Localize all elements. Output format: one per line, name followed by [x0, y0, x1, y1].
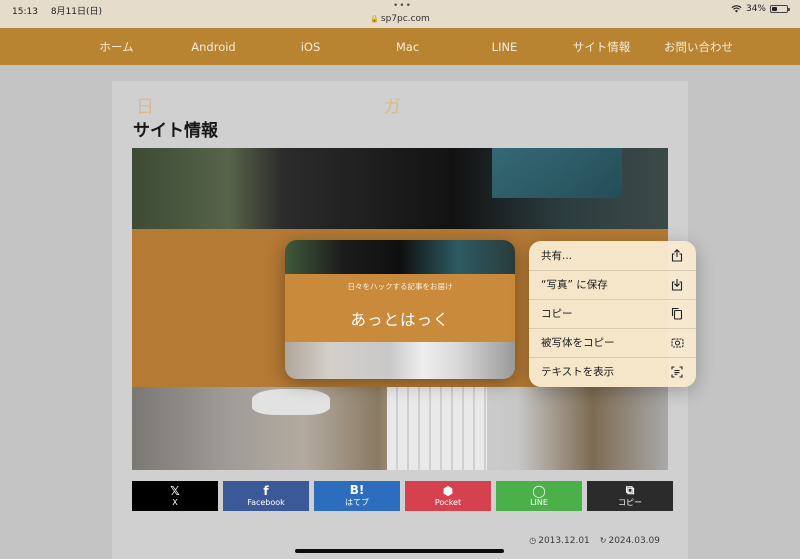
share-icon: [670, 249, 684, 263]
share-button-label: LINE: [530, 498, 548, 507]
menu-item-label: テキストを表示: [541, 366, 615, 378]
menu-item-label: 共有...: [541, 250, 573, 262]
share-facebook-button[interactable]: f Facebook: [223, 481, 309, 511]
nav-item-site-info[interactable]: サイト情報: [553, 39, 650, 55]
preview-subtitle: 日々をハックする記事をお届け: [347, 282, 453, 291]
share-button-label: Facebook: [247, 498, 285, 507]
x-logo-icon: 𝕏: [170, 484, 180, 498]
menu-item-label: 被写体をコピー: [541, 337, 615, 349]
menu-item-save-to-photos[interactable]: “写真” に保存: [529, 270, 696, 299]
copy-icon: ⧉: [625, 483, 635, 497]
share-button-label: コピー: [618, 498, 642, 507]
share-copy-button[interactable]: ⧉ コピー: [587, 481, 673, 511]
show-text-icon: [670, 365, 684, 379]
preview-title: あっとはっく: [350, 311, 450, 329]
hatena-bookmark-icon: B!: [349, 483, 365, 497]
updated-date: 2024.03.09: [608, 536, 660, 546]
nav-item-line[interactable]: LINE: [456, 40, 553, 54]
address-bar[interactable]: 🔒 sp7pc.com: [0, 14, 800, 24]
hero-ghost-text-right: ガ: [383, 97, 401, 118]
hero-photo-bottom: [132, 387, 668, 470]
share-pocket-button[interactable]: ⬢ Pocket: [405, 481, 491, 511]
save-download-icon: [670, 278, 684, 292]
menu-item-copy-subject[interactable]: 被写体をコピー: [529, 328, 696, 357]
copy-icon: [670, 307, 684, 321]
status-right: 34%: [731, 4, 790, 14]
share-button-label: Pocket: [434, 498, 462, 507]
published-date-wrap: ◷ 2013.12.01: [529, 536, 590, 546]
home-indicator[interactable]: [295, 549, 504, 553]
battery-icon: [770, 5, 790, 13]
nav-item-ios[interactable]: iOS: [262, 40, 359, 54]
nav-item-contact[interactable]: お問い合わせ: [650, 39, 747, 55]
page-title: サイト情報: [133, 121, 218, 141]
menu-item-label: コピー: [541, 308, 573, 320]
preview-brand-band: 日々をハックする記事をお届け あっとはっく: [285, 274, 515, 342]
share-line-button[interactable]: ◯ LINE: [496, 481, 582, 511]
subject-copy-icon: [670, 336, 684, 350]
hero-ghost-text-left: 日: [136, 97, 154, 118]
hero-photo-top: [132, 148, 668, 229]
nav-item-mac[interactable]: Mac: [359, 40, 456, 54]
share-x-button[interactable]: 𝕏 X: [132, 481, 218, 511]
menu-item-share[interactable]: 共有...: [529, 241, 696, 270]
line-icon: ◯: [532, 484, 546, 498]
image-preview[interactable]: 日々をハックする記事をお届け あっとはっく: [285, 240, 515, 379]
share-button-label: X: [172, 498, 178, 507]
refresh-icon: ↻: [599, 536, 607, 545]
share-hatebu-button[interactable]: B! はてブ: [314, 481, 400, 511]
site-nav: ホーム Android iOS Mac LINE サイト情報 お問い合わせ: [0, 28, 800, 65]
preview-photo-top: [285, 240, 515, 274]
preview-photo-bottom: [285, 342, 515, 379]
share-buttons: 𝕏 X f Facebook B! はてブ ⬢ Pocket ◯ LINE ⧉ …: [132, 481, 673, 511]
nav-item-home[interactable]: ホーム: [68, 39, 165, 55]
battery-percent: 34%: [745, 4, 766, 14]
pocket-icon: ⬢: [442, 484, 454, 498]
menu-item-label: “写真” に保存: [541, 279, 608, 291]
context-menu: 共有... “写真” に保存 コピー 被写体をコピー テキストを表示: [529, 241, 696, 387]
share-button-label: はてブ: [345, 498, 369, 507]
post-dates: ◷ 2013.12.01 ↻ 2024.03.09: [529, 536, 660, 546]
updated-date-wrap: ↻ 2024.03.09: [600, 536, 660, 546]
url-text: sp7pc.com: [380, 14, 430, 24]
menu-item-copy[interactable]: コピー: [529, 299, 696, 328]
nav-item-android[interactable]: Android: [165, 40, 262, 54]
facebook-icon: f: [263, 484, 269, 498]
wifi-icon: [731, 5, 742, 13]
lock-icon: 🔒: [370, 15, 379, 23]
clock-icon: ◷: [529, 536, 537, 545]
status-bar: 15:13 8月11日(日) ••• 🔒 sp7pc.com 34%: [0, 0, 800, 28]
menu-item-show-text[interactable]: テキストを表示: [529, 357, 696, 386]
multitasking-dots-icon[interactable]: •••: [393, 1, 412, 11]
published-date: 2013.12.01: [538, 536, 590, 546]
